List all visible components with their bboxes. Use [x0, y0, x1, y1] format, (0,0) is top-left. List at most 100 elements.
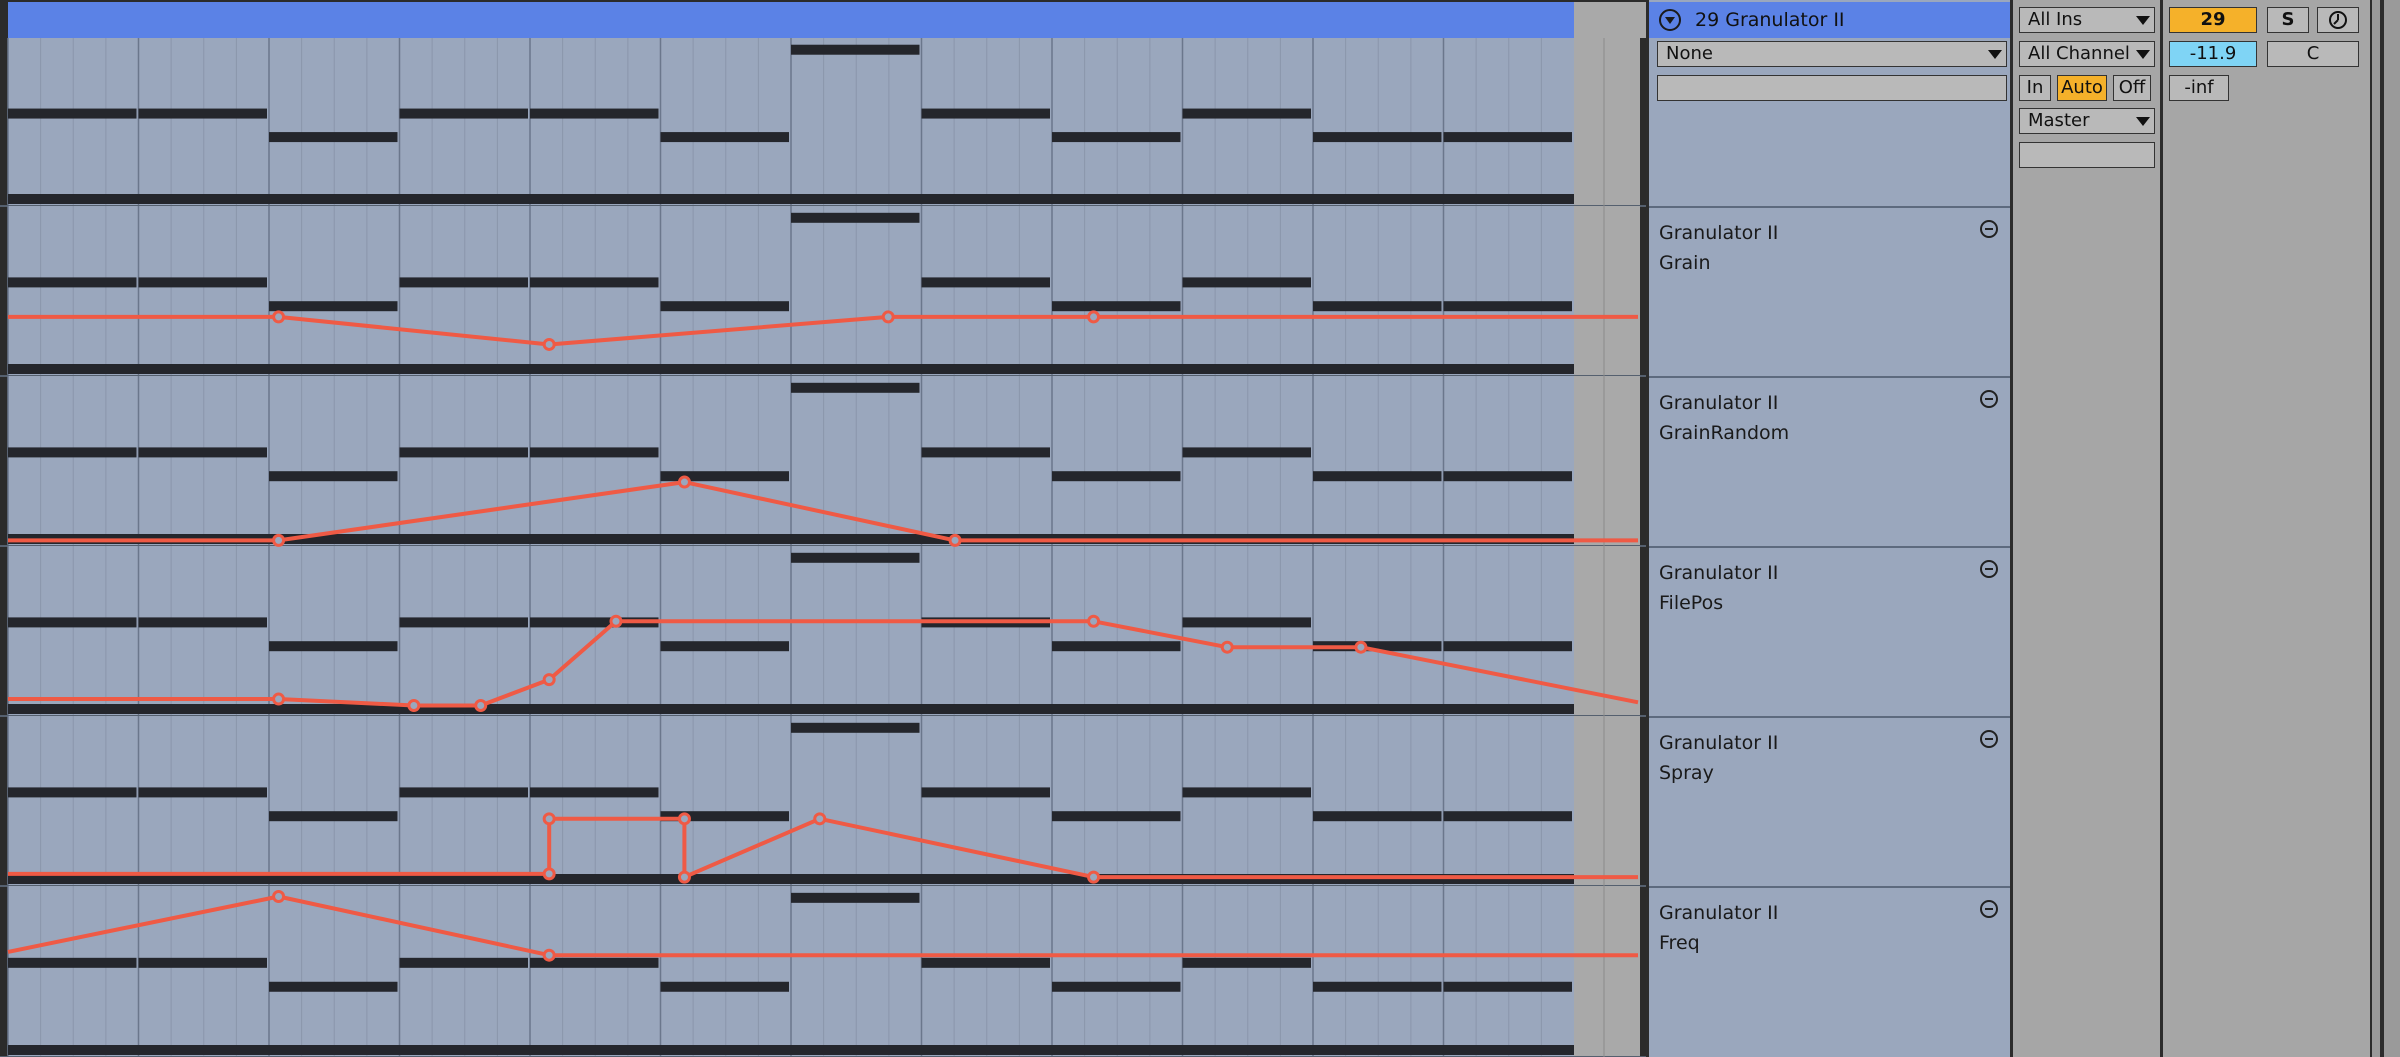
clip-note: [1313, 811, 1442, 822]
input-device-chooser[interactable]: None: [1657, 41, 2007, 67]
arm-button[interactable]: [2317, 7, 2359, 33]
clip-note: [791, 44, 920, 55]
monitor-auto-button[interactable]: Auto: [2057, 75, 2107, 101]
minus-circle-icon[interactable]: [1980, 560, 1998, 578]
lane-empty-area: [1574, 38, 1640, 206]
scrollbar[interactable]: [2380, 0, 2384, 1057]
clip-note: [8, 194, 1574, 204]
lane-header-grain[interactable]: Granulator II Grain: [1649, 206, 2010, 376]
clip-note: [1443, 981, 1572, 992]
clip-header-bar[interactable]: [8, 2, 1574, 38]
automation-breakpoint[interactable]: [1087, 614, 1101, 628]
clip-note: [269, 301, 398, 312]
automation-breakpoint[interactable]: [609, 614, 623, 628]
clip-note: [791, 722, 920, 733]
automation-breakpoint[interactable]: [474, 699, 488, 713]
automation-breakpoint[interactable]: [542, 867, 556, 881]
track-title-bar[interactable]: 29 Granulator II: [1649, 2, 2010, 38]
automation-breakpoint[interactable]: [542, 812, 556, 826]
automation-breakpoint[interactable]: [272, 890, 286, 904]
clip-note: [660, 132, 789, 143]
automation-breakpoint[interactable]: [1220, 640, 1234, 654]
clip-note: [1443, 132, 1572, 143]
automation-breakpoint[interactable]: [881, 310, 895, 324]
monitor-in-button[interactable]: In: [2019, 75, 2051, 101]
clip-note: [399, 447, 528, 458]
lane-param-name: Grain: [1659, 252, 1711, 274]
automation-breakpoint[interactable]: [1354, 640, 1368, 654]
track-name[interactable]: 29 Granulator II: [1695, 9, 1845, 31]
clip-note: [921, 277, 1050, 288]
fold-triangle-icon[interactable]: [1659, 9, 1681, 31]
clip-note: [8, 787, 137, 798]
arrangement-view[interactable]: [0, 0, 1646, 1057]
clip-note: [399, 277, 528, 288]
lane-header-freq[interactable]: Granulator II Freq: [1649, 886, 2010, 1057]
clip-note: [8, 108, 137, 119]
clip-note: [921, 447, 1050, 458]
audio-to-sub-chooser[interactable]: [2019, 142, 2155, 168]
automation-breakpoint[interactable]: [948, 533, 962, 547]
lane-param-name: FilePos: [1659, 592, 1724, 614]
lane-empty-area: [1574, 206, 1640, 376]
clip-note: [138, 957, 267, 968]
automation-breakpoint[interactable]: [542, 948, 556, 962]
audio-from-chooser[interactable]: All Ins: [2019, 7, 2155, 33]
lane-param-name: Spray: [1659, 762, 1714, 784]
clip-note: [791, 212, 920, 223]
input-sub-chooser[interactable]: [1657, 75, 2007, 101]
track-mixer-section: 29 S -11.9 C -inf: [2160, 0, 2385, 1057]
clip-note: [660, 301, 789, 312]
automation-breakpoint[interactable]: [677, 870, 691, 884]
automation-breakpoint[interactable]: [272, 692, 286, 706]
lane-header-grainrandom[interactable]: Granulator II GrainRandom: [1649, 376, 2010, 546]
clip-note: [1443, 301, 1572, 312]
clip-note: [921, 108, 1050, 119]
solo-button[interactable]: S: [2267, 7, 2309, 33]
input-channel-chooser[interactable]: All Channel: [2019, 41, 2155, 67]
automation-breakpoint[interactable]: [813, 812, 827, 826]
automation-lane-headers: 29 Granulator II None Granulator II Grai…: [1646, 0, 2010, 1057]
clip-note: [791, 382, 920, 393]
lane-empty-area: [1574, 376, 1640, 546]
clip-note: [1313, 132, 1442, 143]
chevron-down-icon: [2136, 16, 2150, 25]
lane-header-filepos[interactable]: Granulator II FilePos: [1649, 546, 2010, 716]
peak-meter-value[interactable]: -inf: [2169, 75, 2229, 101]
minus-circle-icon[interactable]: [1980, 730, 1998, 748]
pan-field[interactable]: C: [2267, 41, 2359, 67]
clip-note: [269, 811, 398, 822]
chevron-down-icon: [1988, 50, 2002, 59]
minus-circle-icon[interactable]: [1980, 220, 1998, 238]
clip-note: [1182, 617, 1311, 628]
clip-note: [269, 641, 398, 652]
automation-breakpoint[interactable]: [1087, 870, 1101, 884]
clip-note: [269, 981, 398, 992]
clip-note: [1443, 471, 1572, 482]
automation-breakpoint[interactable]: [1087, 310, 1101, 324]
minus-circle-icon[interactable]: [1980, 390, 1998, 408]
clip-note: [1313, 981, 1442, 992]
track-activator-button[interactable]: 29: [2169, 7, 2257, 33]
clip-note: [1182, 277, 1311, 288]
automation-breakpoint[interactable]: [542, 673, 556, 687]
input-device-value: None: [1666, 43, 1713, 64]
clip-note: [399, 108, 528, 119]
clip-note: [1182, 787, 1311, 798]
automation-breakpoint[interactable]: [272, 310, 286, 324]
automation-breakpoint[interactable]: [542, 337, 556, 351]
automation-breakpoint[interactable]: [677, 475, 691, 489]
lane-header-spray[interactable]: Granulator II Spray: [1649, 716, 2010, 886]
clip-note: [399, 957, 528, 968]
automation-breakpoint[interactable]: [407, 699, 421, 713]
monitor-off-button[interactable]: Off: [2113, 75, 2151, 101]
automation-breakpoint[interactable]: [272, 533, 286, 547]
minus-circle-icon[interactable]: [1980, 900, 1998, 918]
audio-to-chooser[interactable]: Master: [2019, 108, 2155, 134]
clip-note: [138, 787, 267, 798]
scroll-strip[interactable]: [2370, 0, 2400, 1057]
automation-breakpoint[interactable]: [677, 812, 691, 826]
volume-field[interactable]: -11.9: [2169, 41, 2257, 67]
clip-note: [1052, 981, 1181, 992]
clip-note: [8, 957, 137, 968]
